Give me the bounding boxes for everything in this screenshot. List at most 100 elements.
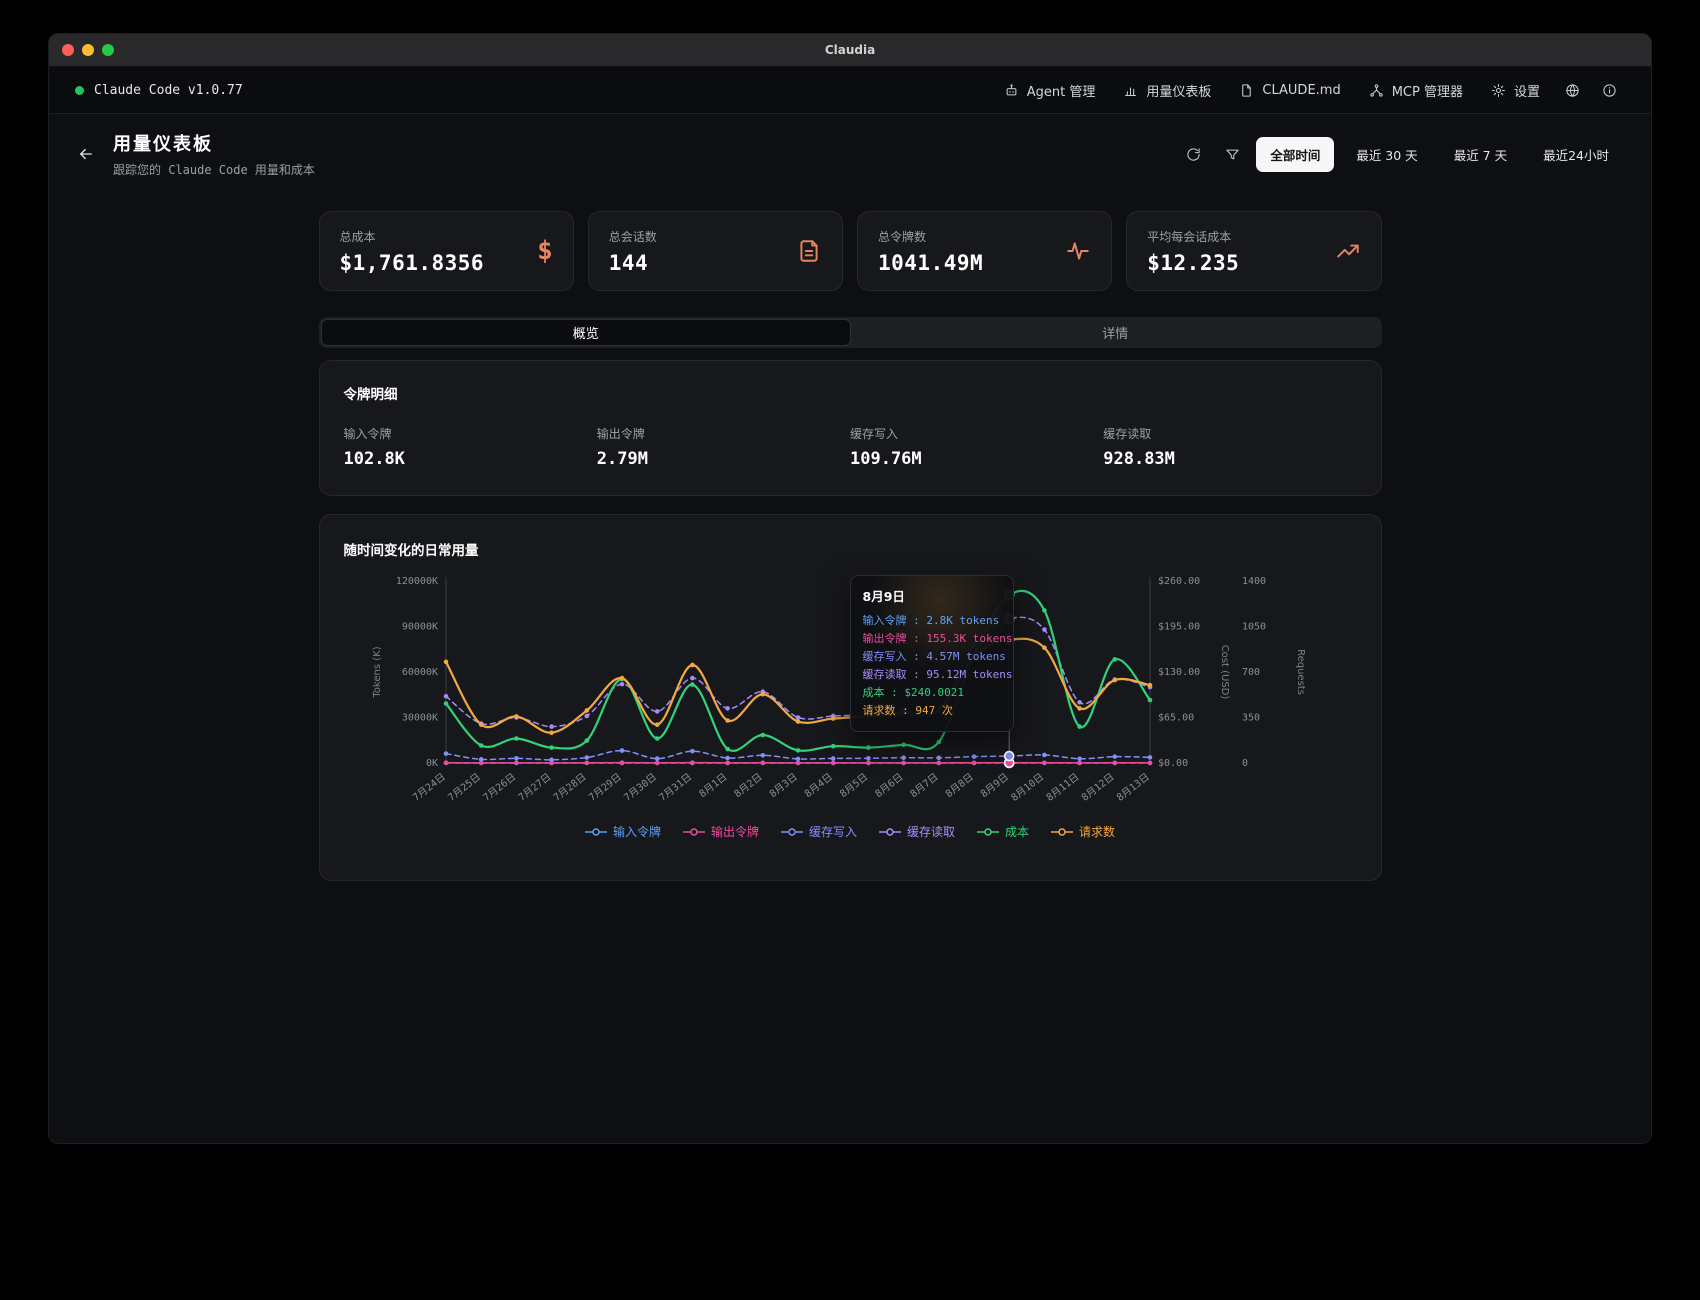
- nav-claude-md[interactable]: CLAUDE.md: [1228, 75, 1351, 106]
- page-header: 用量仪表板 跟踪您的 Claude Code 用量和成本 全部时间 最近 30 …: [49, 114, 1651, 198]
- range-all-time[interactable]: 全部时间: [1256, 137, 1334, 172]
- legend-item[interactable]: 缓存读取: [879, 823, 955, 840]
- svg-text:8月3日: 8月3日: [767, 771, 800, 800]
- nav-mcp-manager[interactable]: MCP 管理器: [1358, 73, 1474, 108]
- range-last-30-days[interactable]: 最近 30 天: [1342, 137, 1431, 172]
- brand-label: Claude Code v1.0.77: [94, 83, 243, 98]
- tab-details[interactable]: 详情: [851, 319, 1380, 346]
- legend-line-icon: [1051, 827, 1073, 837]
- legend-line-icon: [781, 827, 803, 837]
- svg-text:7月31日: 7月31日: [657, 771, 694, 804]
- tooltip-row: 缓存写入 : 4.57M tokens: [863, 648, 1001, 666]
- nav-usage-dashboard[interactable]: 用量仪表板: [1112, 73, 1222, 108]
- globe-icon: [1565, 83, 1580, 98]
- bar-chart-icon: [1123, 83, 1138, 98]
- svg-text:0K: 0K: [426, 758, 438, 769]
- tab-bar: 概览 详情: [319, 317, 1382, 348]
- legend-label: 缓存写入: [809, 823, 857, 840]
- stat-value: $12.235: [1147, 251, 1239, 275]
- token-value: 109.76M: [850, 449, 1103, 469]
- nav-label: 设置: [1514, 81, 1540, 100]
- svg-text:350: 350: [1242, 713, 1260, 724]
- token-col-input: 输入令牌 102.8K: [344, 425, 597, 469]
- legend-line-icon: [683, 827, 705, 837]
- token-label: 输入令牌: [344, 425, 597, 442]
- svg-text:7月27日: 7月27日: [516, 771, 553, 804]
- svg-text:8月6日: 8月6日: [873, 771, 906, 800]
- titlebar: Claudia: [49, 34, 1651, 67]
- token-col-cache-write: 缓存写入 109.76M: [850, 425, 1103, 469]
- legend-item[interactable]: 输出令牌: [683, 823, 759, 840]
- info-icon: [1602, 83, 1617, 98]
- zoom-button[interactable]: [102, 44, 114, 56]
- header-actions: 全部时间 最近 30 天 最近 7 天 最近24小时: [1178, 137, 1623, 172]
- nav-settings[interactable]: 设置: [1480, 73, 1551, 108]
- legend-item[interactable]: 缓存写入: [781, 823, 857, 840]
- tooltip-date: 8月9日: [863, 586, 1001, 605]
- refresh-icon: [1186, 147, 1201, 162]
- legend-line-icon: [879, 827, 901, 837]
- stat-label: 总成本: [340, 228, 485, 245]
- token-label: 缓存读取: [1103, 425, 1356, 442]
- svg-text:$0.00: $0.00: [1158, 758, 1188, 769]
- stat-label: 平均每会话成本: [1147, 228, 1239, 245]
- tab-overview[interactable]: 概览: [321, 319, 852, 346]
- svg-text:60000K: 60000K: [402, 667, 438, 678]
- svg-text:7月26日: 7月26日: [481, 771, 518, 804]
- close-button[interactable]: [62, 44, 74, 56]
- minimize-button[interactable]: [82, 44, 94, 56]
- svg-text:7月30日: 7月30日: [622, 771, 659, 804]
- nav-items: Agent 管理 用量仪表板 CLAUDE.md MCP 管理器 设置: [993, 73, 1625, 108]
- top-nav: Claude Code v1.0.77 Agent 管理 用量仪表板 CLAUD…: [49, 67, 1651, 114]
- filter-button[interactable]: [1217, 139, 1248, 170]
- stats-row: 总成本 $1,761.8356 $ 总会话数 144 总令牌数 1041.49M: [319, 211, 1382, 291]
- tooltip-row: 输出令牌 : 155.3K tokens: [863, 630, 1001, 648]
- svg-text:30000K: 30000K: [402, 713, 438, 724]
- filter-icon: [1225, 147, 1240, 162]
- svg-text:0: 0: [1242, 758, 1248, 769]
- network-icon: [1369, 83, 1384, 98]
- legend-label: 输出令牌: [711, 823, 759, 840]
- page-title: 用量仪表板: [113, 130, 315, 156]
- legend-item[interactable]: 成本: [977, 823, 1029, 840]
- token-col-cache-read: 缓存读取 928.83M: [1103, 425, 1356, 469]
- page-subtitle: 跟踪您的 Claude Code 用量和成本: [113, 161, 315, 178]
- tooltip-row: 缓存读取 : 95.12M tokens: [863, 666, 1001, 684]
- nav-label: Agent 管理: [1027, 81, 1096, 100]
- globe-button[interactable]: [1557, 75, 1588, 106]
- legend-item[interactable]: 请求数: [1051, 823, 1115, 840]
- range-last-24-hours[interactable]: 最近24小时: [1529, 137, 1623, 172]
- svg-text:$260.00: $260.00: [1158, 576, 1200, 587]
- bot-icon: [1004, 83, 1019, 98]
- sessions-icon: [796, 238, 822, 264]
- chart-tooltip: 8月9日 输入令牌 : 2.8K tokens输出令牌 : 155.3K tok…: [850, 575, 1014, 732]
- token-label: 缓存写入: [850, 425, 1103, 442]
- dollar-icon: $: [537, 236, 553, 266]
- legend-label: 缓存读取: [907, 823, 955, 840]
- brand: Claude Code v1.0.77: [75, 83, 243, 98]
- svg-text:Requests: Requests: [1295, 649, 1306, 695]
- token-breakdown-card: 令牌明细 输入令牌 102.8K 输出令牌 2.79M 缓存写入 109.76M…: [319, 360, 1382, 496]
- info-button[interactable]: [1594, 75, 1625, 106]
- svg-text:Cost (USD): Cost (USD): [1219, 645, 1230, 700]
- range-last-7-days[interactable]: 最近 7 天: [1440, 137, 1521, 172]
- arrow-left-icon: [77, 145, 95, 163]
- legend-line-icon: [585, 827, 607, 837]
- back-button[interactable]: [77, 145, 95, 163]
- legend-label: 请求数: [1079, 823, 1115, 840]
- stat-card-total-sessions: 总会话数 144: [588, 211, 843, 291]
- nav-agent-manager[interactable]: Agent 管理: [993, 73, 1107, 108]
- refresh-button[interactable]: [1178, 139, 1209, 170]
- token-breakdown-title: 令牌明细: [344, 383, 1357, 403]
- usage-chart-card: 随时间变化的日常用量 0K30000K60000K90000K120000KTo…: [319, 514, 1382, 881]
- legend-item[interactable]: 输入令牌: [585, 823, 661, 840]
- stat-label: 总会话数: [609, 228, 657, 245]
- svg-text:7月29日: 7月29日: [586, 771, 623, 804]
- stat-value: 1041.49M: [878, 251, 983, 275]
- trend-up-icon: [1335, 238, 1361, 264]
- token-value: 928.83M: [1103, 449, 1356, 469]
- window-title: Claudia: [825, 43, 875, 57]
- nav-label: 用量仪表板: [1146, 81, 1211, 100]
- svg-text:Tokens (K): Tokens (K): [372, 646, 383, 698]
- activity-icon: [1065, 238, 1091, 264]
